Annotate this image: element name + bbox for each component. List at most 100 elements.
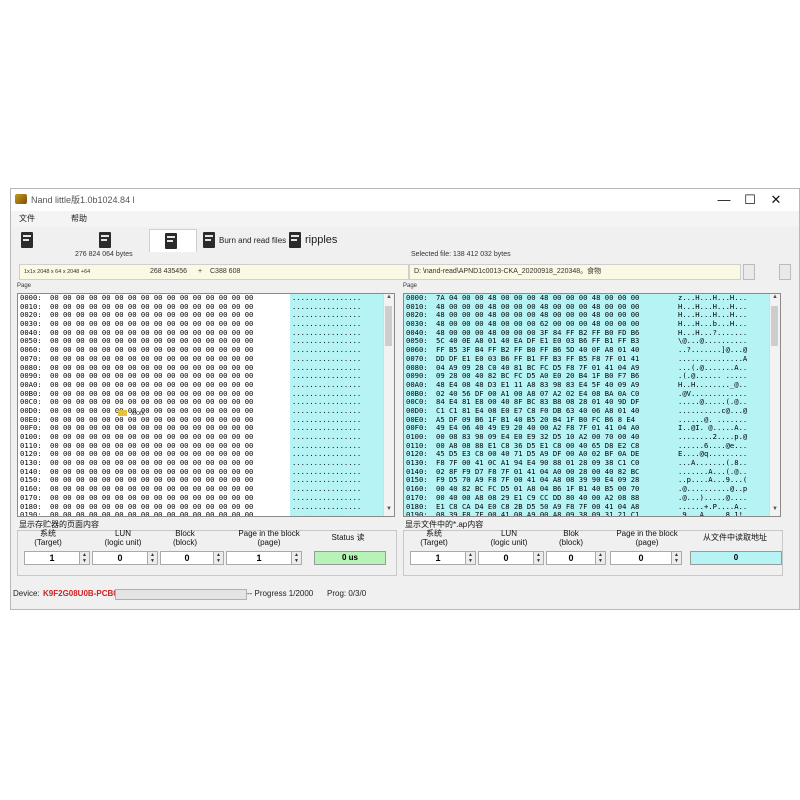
close-button[interactable]: ✕: [765, 191, 787, 209]
target-value: 1: [435, 553, 441, 563]
read-address-value: 0: [690, 551, 782, 565]
ripples-button[interactable]: ripples: [289, 229, 337, 251]
chip-info-bar: 1x1x 2048 x 64 x 2048 +64 268 435456 + C…: [19, 264, 409, 280]
block-label: Block (block): [172, 529, 197, 547]
selected-file-size-text: Selected file: 138 412 032 bytes: [411, 251, 511, 258]
folder-name: xxxx: [131, 410, 145, 417]
toolbar-chip-button-1[interactable]: [21, 229, 41, 251]
scroll-up-icon[interactable]: ▲: [770, 294, 780, 304]
chip-icon: [203, 232, 215, 248]
stepper-arrows-icon[interactable]: ▲ ▼: [213, 552, 223, 564]
folder-item[interactable]: xxxx: [118, 410, 145, 417]
menu-file[interactable]: 文件: [19, 213, 35, 224]
toolbar-chip-button-2[interactable]: [99, 229, 119, 251]
page-value: 0: [638, 553, 644, 563]
menu-bar: 文件 帮助: [11, 211, 799, 227]
stepper-arrows-icon[interactable]: ▲ ▼: [671, 552, 681, 564]
menu-help[interactable]: 帮助: [71, 213, 87, 224]
status-value: 0 us: [314, 551, 386, 565]
title-bar: Nand little版1.0b1024.84 l — ☐ ✕: [11, 189, 799, 211]
stepper-arrows-icon[interactable]: ▲ ▼: [147, 552, 157, 564]
progress-text: -- Progress 1/2000: [247, 589, 314, 598]
hex-offset: 0190:: [406, 510, 428, 517]
scroll-up-icon[interactable]: ▲: [384, 294, 394, 304]
chip-icon: [289, 232, 301, 248]
lun-value: 0: [503, 553, 509, 563]
app-icon: [15, 194, 27, 204]
target-stepper[interactable]: 1 ▲ ▼: [410, 551, 476, 565]
file-page-label: Page: [403, 283, 418, 289]
file-path: D: \nand-read\APND1c0013-CKA_20200918_22…: [414, 268, 602, 275]
chip-id: C388 608: [210, 268, 241, 275]
stepper-arrows-icon[interactable]: ▲ ▼: [291, 552, 301, 564]
chip-icon: [21, 232, 33, 248]
stepper-arrows-icon[interactable]: ▲ ▼: [465, 552, 475, 564]
folder-icon: [118, 410, 127, 417]
window-title: Nand little版1.0b1024.84 l: [31, 195, 135, 205]
file-hex-rows: 0000: 7A 04 00 00 48 00 00 00 48 00 00 00…: [404, 294, 780, 517]
read-address-label: 从文件中读取地址: [703, 533, 767, 542]
lun-label: LUN (logic unit): [490, 529, 528, 547]
memory-hex-rows: 0000: 00 00 00 00 00 00 00 00 00 00 00 00…: [18, 294, 394, 517]
device-label: Device:: [13, 589, 40, 598]
browse-button[interactable]: [743, 264, 755, 280]
lun-label: LUN (logic unit): [104, 529, 142, 547]
file-hex-pane: Page 0000: 7A 04 00 00 48 00 00 00 48 00 …: [403, 283, 781, 518]
chip-geometry: 1x1x 2048 x 64 x 2048 +64: [24, 269, 91, 275]
memory-page-label: Page: [17, 283, 32, 289]
target-label: 系统 (Target): [34, 529, 62, 547]
prog-text: Prog: 0/3/0: [327, 589, 367, 598]
memory-control-panel: 系统 (Target) LUN (logic unit) Block (bloc…: [17, 529, 397, 576]
info-row: 276 824 064 bytes Selected file: 138 412…: [11, 251, 799, 265]
burn-read-label: Burn and read files: [219, 235, 287, 245]
page-value: 1: [256, 553, 262, 563]
block-stepper[interactable]: 0 ▲ ▼: [546, 551, 606, 565]
stepper-arrows-icon[interactable]: ▲ ▼: [595, 552, 605, 564]
hex-offset: 0190:: [20, 510, 42, 517]
chip-size: 268 435456: [150, 268, 187, 275]
chip-icon: [99, 232, 111, 248]
file-hex-view[interactable]: 0000: 7A 04 00 00 48 00 00 00 48 00 00 00…: [403, 293, 781, 517]
stepper-arrows-icon[interactable]: ▲ ▼: [79, 552, 89, 564]
block-stepper[interactable]: 0 ▲ ▼: [160, 551, 224, 565]
progress-bar: [115, 589, 247, 600]
block-label: Blok (block): [558, 529, 583, 547]
lun-stepper[interactable]: 0 ▲ ▼: [92, 551, 158, 565]
status-bar: Device: K9F2G08U0B-PCB0 -- Progress 1/20…: [11, 587, 799, 601]
block-value: 0: [568, 553, 574, 563]
scroll-thumb[interactable]: [385, 306, 392, 346]
block-value: 0: [184, 553, 190, 563]
hex-row: 0190: 08 39 F8 7F 00 41 08 A9 00 A8 09 38…: [404, 510, 780, 517]
device-value: K9F2G08U0B-PCB0: [43, 589, 118, 598]
hex-bytes: 08 39 F8 7F 00 41 08 A9 00 A8 09 38 09 3…: [436, 510, 640, 517]
memory-hex-pane: Page 0000: 00 00 00 00 00 00 00 00 00 00 …: [17, 283, 395, 518]
open-button[interactable]: [779, 264, 791, 280]
toolbar-chip-button-3[interactable]: [149, 229, 197, 252]
target-label: 系统 (Target): [420, 529, 448, 547]
burn-read-button[interactable]: Burn and read files: [203, 229, 286, 251]
app-window: Nand little版1.0b1024.84 l — ☐ ✕ 文件 帮助 Bu…: [10, 188, 800, 610]
page-stepper[interactable]: 1 ▲ ▼: [226, 551, 302, 565]
maximize-button[interactable]: ☐: [739, 191, 761, 209]
hex-ascii: ................: [292, 510, 362, 517]
memory-hex-view[interactable]: 0000: 00 00 00 00 00 00 00 00 00 00 00 00…: [17, 293, 395, 517]
page-label: Page in the block (page): [238, 529, 300, 547]
file-control-panel: 系统 (Target) LUN (logic unit) Blok (block…: [403, 529, 783, 576]
memory-vertical-scrollbar[interactable]: ▲ ▼: [383, 294, 394, 516]
file-vertical-scrollbar[interactable]: ▲ ▼: [769, 294, 780, 516]
hex-bytes: 00 00 00 00 00 00 00 00 00 00 00 00 00 0…: [50, 510, 254, 517]
stepper-arrows-icon[interactable]: ▲ ▼: [533, 552, 543, 564]
scroll-down-icon[interactable]: ▼: [770, 506, 780, 516]
hex-ascii: .9...A.....8.1!.: [678, 510, 748, 517]
memory-size-text: 276 824 064 bytes: [75, 251, 133, 258]
minimize-button[interactable]: —: [713, 191, 735, 209]
hex-row: 0190: 00 00 00 00 00 00 00 00 00 00 00 00…: [18, 510, 394, 517]
scroll-down-icon[interactable]: ▼: [384, 506, 394, 516]
lun-stepper[interactable]: 0 ▲ ▼: [478, 551, 544, 565]
chip-icon: [165, 233, 177, 249]
target-stepper[interactable]: 1 ▲ ▼: [24, 551, 90, 565]
scroll-thumb[interactable]: [771, 306, 778, 346]
ripples-label: ripples: [305, 234, 338, 246]
lun-value: 0: [117, 553, 123, 563]
page-stepper[interactable]: 0 ▲ ▼: [610, 551, 682, 565]
